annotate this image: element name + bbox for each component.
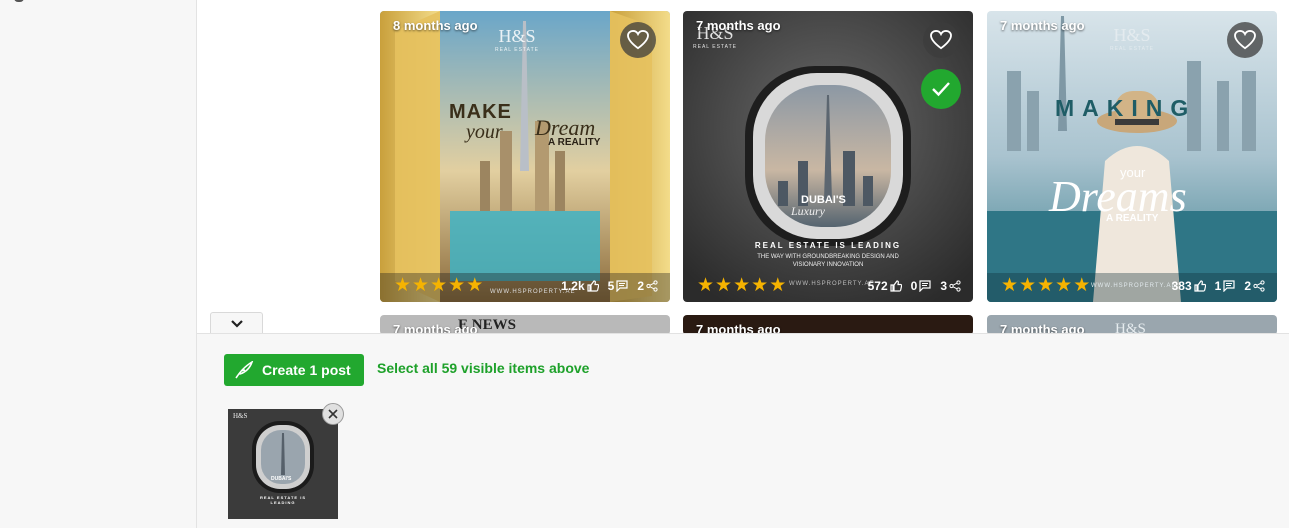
rating-stars[interactable]: ★ ★ ★ ★ ★: [394, 276, 483, 295]
selected-check[interactable]: [921, 69, 961, 109]
comments-count: 1: [1214, 279, 1222, 293]
heart-icon: [1234, 30, 1256, 50]
image-line: REAL ESTATE IS LEADING: [754, 241, 902, 250]
remove-selection-button[interactable]: [322, 403, 344, 425]
image-script-text: your: [466, 121, 503, 143]
post-image: [380, 11, 670, 302]
select-all-link[interactable]: Select all 59 visible items above: [377, 360, 589, 376]
favorite-button[interactable]: [620, 22, 656, 58]
likes-count: 383: [1171, 279, 1192, 293]
checkmark-icon: [932, 82, 950, 97]
post-age: 7 months ago: [696, 18, 781, 33]
image-tagline: A REALITY: [548, 137, 601, 148]
left-sidebar: [0, 0, 197, 528]
comments-count: 0: [910, 279, 918, 293]
brand-logo: H&S REAL ESTATE: [1110, 25, 1154, 52]
post-age: 8 months ago: [393, 18, 478, 33]
post-stats: 1.2k 5 2: [561, 279, 658, 293]
post-card[interactable]: H&S 7 months ago: [987, 315, 1277, 335]
comment-icon: [1223, 280, 1235, 292]
post-stats: 383 1 2: [1172, 279, 1265, 293]
image-url: WWW.HSPROPERTY.AE: [1091, 283, 1177, 289]
post-card[interactable]: H&S REAL ESTATE MAKE your Dream A REALITY…: [380, 11, 670, 302]
shares-count: 2: [637, 279, 644, 293]
brand-logo: H&S REAL ESTATE: [495, 26, 539, 53]
post-image: [987, 11, 1277, 302]
image-line: VISIONARY INNOVATION: [792, 262, 864, 268]
share-icon: [1253, 280, 1265, 292]
image-line: REAL ESTATE IS LEADING: [259, 495, 306, 505]
thumbs-up-icon: [587, 280, 599, 292]
shares-count: 2: [1244, 279, 1251, 293]
image-headline: MAKING: [1055, 95, 1197, 121]
post-card[interactable]: H&S REAL ESTATE DUBAI'S Luxury REAL ESTAT…: [683, 11, 973, 302]
shares-count: 3: [940, 279, 947, 293]
create-post-label: Create 1 post: [262, 362, 351, 378]
favorite-button[interactable]: [1227, 22, 1263, 58]
likes-count: 1.2k: [561, 279, 585, 293]
heart-icon: [627, 30, 649, 50]
image-headline: DUBAI'S: [271, 476, 292, 482]
image-script-text: Luxury: [791, 204, 825, 218]
chevron-icon[interactable]: [14, 0, 24, 2]
heart-icon: [930, 30, 952, 50]
thumbs-up-icon: [1194, 280, 1206, 292]
thumbs-up-icon: [890, 280, 902, 292]
share-icon: [646, 280, 658, 292]
post-card[interactable]: 7 months ago: [683, 315, 973, 335]
post-stats: 572 0 3: [868, 279, 961, 293]
chevron-down-icon: [230, 320, 243, 328]
post-age: 7 months ago: [1000, 18, 1085, 33]
share-icon: [949, 280, 961, 292]
close-icon: [328, 409, 338, 419]
feather-icon: [235, 361, 254, 379]
selected-thumbnail[interactable]: H&S DUBAI'S REAL ESTATE IS LEADING: [228, 409, 338, 519]
comment-icon: [616, 280, 628, 292]
image-line: THE WAY WITH GROUNDBREAKING DESIGN AND: [757, 254, 899, 260]
image-url: WWW.HSPROPERTY.AE: [789, 281, 875, 287]
favorite-button[interactable]: [923, 22, 959, 58]
post-card[interactable]: E NEWS 7 months ago: [380, 315, 670, 335]
collapse-panel-button[interactable]: [210, 312, 263, 334]
rating-stars[interactable]: ★ ★ ★ ★ ★: [1001, 276, 1090, 295]
create-post-button[interactable]: Create 1 post: [224, 354, 364, 386]
likes-count: 572: [867, 279, 888, 293]
comment-icon: [919, 280, 931, 292]
comments-count: 5: [607, 279, 615, 293]
brand-logo: H&S: [233, 412, 248, 420]
post-card[interactable]: H&S REAL ESTATE MAKING your Dreams A REAL…: [987, 11, 1277, 302]
rating-stars[interactable]: ★ ★ ★ ★ ★: [697, 276, 786, 295]
image-tagline: A REALITY: [1106, 213, 1159, 224]
selection-panel: Create 1 post Select all 59 visible item…: [197, 333, 1289, 528]
